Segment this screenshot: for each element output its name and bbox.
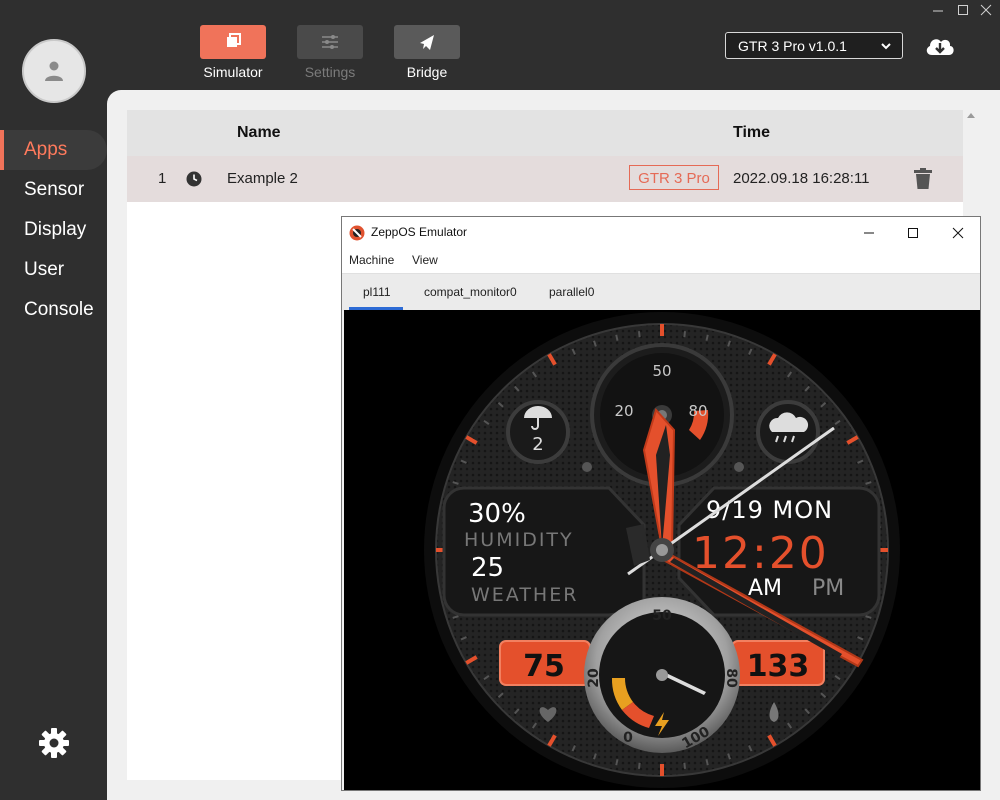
- emulator-screen[interactable]: 50 20 80 2 30% HUMIDITY 25 WEATHER 9/19 …: [344, 310, 980, 790]
- top-dial-20: 20: [614, 402, 633, 420]
- menu-view[interactable]: View: [412, 248, 438, 273]
- emulator-window: ZeppOS Emulator Machine View pl111 compa…: [341, 216, 981, 791]
- bridge-label[interactable]: Bridge: [377, 64, 477, 80]
- tab-compat-monitor0[interactable]: compat_monitor0: [424, 274, 517, 310]
- sidebar-item-console[interactable]: Console: [0, 290, 107, 330]
- cloud-download-icon[interactable]: [924, 33, 956, 59]
- device-select-value: GTR 3 Pro v1.0.1: [738, 38, 847, 54]
- tab-pl111[interactable]: pl111: [363, 274, 391, 310]
- bottom-dial-0: 0: [623, 730, 633, 746]
- am-text: AM: [748, 576, 782, 601]
- send-icon: [420, 35, 434, 50]
- simulator-label[interactable]: Simulator: [183, 64, 283, 80]
- row-index: 1: [158, 170, 167, 187]
- close-icon[interactable]: [980, 4, 992, 16]
- bridge-button[interactable]: [394, 25, 460, 59]
- bottom-dial-20: 20: [586, 668, 602, 688]
- top-dial-80: 80: [688, 402, 707, 420]
- bezel-tick: [705, 334, 709, 341]
- sidebar-item-label: Apps: [24, 139, 68, 160]
- zeppos-logo-icon: [349, 225, 365, 241]
- time-text: 12:20: [692, 528, 829, 579]
- emulator-titlebar: ZeppOS Emulator: [342, 217, 980, 248]
- maximize-icon[interactable]: [903, 223, 923, 243]
- bezel-tick: [615, 334, 619, 341]
- device-tag: GTR 3 Pro: [629, 165, 719, 190]
- top-dial-50: 50: [652, 362, 671, 380]
- watch-face: 50 20 80 2 30% HUMIDITY 25 WEATHER 9/19 …: [424, 312, 900, 788]
- pm-text: PM: [812, 576, 844, 601]
- app-time: 2022.09.18 16:28:11: [733, 170, 870, 187]
- minimize-icon[interactable]: [932, 5, 944, 17]
- chevron-down-icon: [881, 43, 891, 50]
- maximize-icon[interactable]: [957, 4, 969, 16]
- bezel-tick: [638, 331, 641, 338]
- menu-machine[interactable]: Machine: [349, 248, 394, 273]
- device-select[interactable]: GTR 3 Pro v1.0.1: [725, 32, 903, 59]
- avatar[interactable]: [22, 39, 86, 103]
- weather-value: 25: [471, 553, 504, 583]
- emulator-title: ZeppOS Emulator: [371, 225, 468, 239]
- bezel-tick: [683, 331, 686, 338]
- settings-label[interactable]: Settings: [280, 64, 380, 80]
- bottom-dial-50: 50: [652, 608, 672, 624]
- table-row[interactable]: 1 Example 2 GTR 3 Pro 2022.09.18 16:28:1…: [127, 156, 963, 202]
- humidity-label: HUMIDITY: [464, 529, 574, 551]
- close-icon[interactable]: [948, 223, 968, 243]
- sidebar-item-label: Display: [24, 219, 87, 240]
- sidebar: Apps Sensor Display User Console: [0, 0, 107, 800]
- table-header: Name Time: [127, 110, 963, 156]
- sidebar-item-apps[interactable]: Apps: [0, 130, 107, 170]
- humidity-value: 30%: [468, 499, 526, 529]
- settings-button[interactable]: [297, 25, 363, 59]
- scroll-up-arrow[interactable]: [967, 113, 975, 118]
- date-text: 9/19 MON: [706, 496, 833, 524]
- emulator-tabs: pl111 compat_monitor0 parallel0: [342, 273, 980, 311]
- trash-icon[interactable]: [913, 168, 933, 190]
- bezel-tick: [615, 759, 619, 766]
- bezel-tick: [705, 759, 709, 766]
- sidebar-item-label: Console: [24, 299, 94, 320]
- right-box-value: 133: [747, 649, 810, 684]
- clock-icon: [186, 171, 202, 187]
- sidebar-item-user[interactable]: User: [0, 250, 107, 290]
- gear-icon[interactable]: [38, 727, 70, 759]
- app-name: Example 2: [227, 170, 298, 187]
- bezel-tick: [638, 762, 641, 769]
- sidebar-item-sensor[interactable]: Sensor: [0, 170, 107, 210]
- column-name-header: Name: [237, 124, 281, 141]
- uv-value: 2: [532, 434, 543, 455]
- user-icon: [45, 61, 63, 81]
- bottom-dial-80: 80: [723, 668, 739, 688]
- sidebar-item-label: User: [24, 259, 65, 280]
- sidebar-item-label: Sensor: [24, 179, 85, 200]
- sliders-icon: [322, 35, 338, 49]
- emulator-menubar: Machine View: [342, 248, 980, 273]
- minimize-icon[interactable]: [859, 223, 879, 243]
- tab-parallel0[interactable]: parallel0: [549, 274, 594, 310]
- weather-label: WEATHER: [471, 584, 578, 606]
- simulator-button[interactable]: [200, 25, 266, 59]
- bezel-tick: [683, 762, 686, 769]
- column-time-header: Time: [733, 124, 771, 141]
- sidebar-item-display[interactable]: Display: [0, 210, 107, 250]
- copy-icon: [227, 33, 241, 47]
- left-box-value: 75: [523, 649, 565, 684]
